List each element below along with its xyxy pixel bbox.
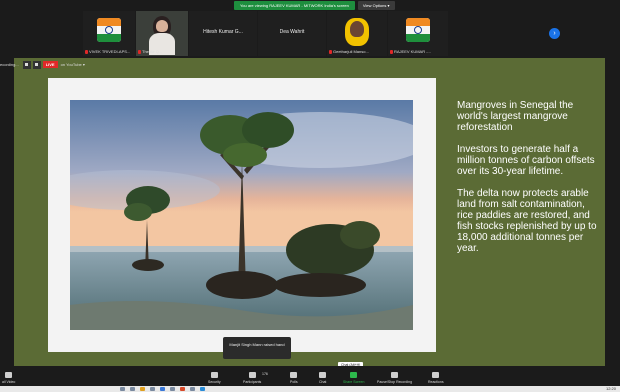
pause-recording-button[interactable]: Pause/Stop Recording: [377, 366, 412, 386]
video-button[interactable]: ail Video: [2, 366, 15, 386]
notice-text: You are viewing RAJEEV KUMAR - MITWORK I…: [234, 1, 355, 10]
slide-heading: Mangroves in Senegal the world's largest…: [457, 100, 574, 133]
taskbar-app-icon[interactable]: [200, 387, 205, 391]
taskbar-app-icon[interactable]: [170, 387, 175, 391]
zoom-meeting-window: You are viewing RAJEEV KUMAR - MITWORK I…: [0, 0, 620, 392]
participant-tile[interactable]: Dea Wahrit: [258, 11, 326, 56]
participant-name: The Air Q...: [142, 49, 163, 54]
polls-button[interactable]: Polls: [290, 366, 298, 386]
chat-icon: [319, 372, 327, 378]
participant-name: Dea Wahrit: [279, 29, 305, 35]
windows-taskbar: 12:20: [0, 386, 620, 392]
share-screen-icon: [350, 372, 358, 378]
participant-tile[interactable]: VIVEK TRIVEDI-APS...: [83, 11, 135, 56]
taskbar-app-icon[interactable]: [160, 387, 165, 391]
slide-text: Mangroves in Senegal the world's largest…: [457, 100, 597, 265]
participant-name: Geetharjuli Manso...: [333, 49, 369, 54]
record-icon: [391, 372, 399, 378]
participant-name: Hitesh Kumar G...: [203, 29, 243, 35]
taskbar-app-icon[interactable]: [120, 387, 125, 391]
people-icon: [248, 372, 256, 378]
participant-tile[interactable]: The Air Q...: [136, 11, 188, 56]
taskbar-app-icon[interactable]: [140, 387, 145, 391]
participant-strip: VIVEK TRIVEDI-APS... The Air Q... Hitesh…: [83, 11, 553, 56]
participant-name: VIVEK TRIVEDI-APS...: [89, 49, 131, 54]
muted-mic-icon: [138, 49, 141, 54]
taskbar-app-icon[interactable]: [150, 387, 155, 391]
stop-icon[interactable]: [32, 60, 41, 69]
raised-hand-notification: Manjit Singh Mann raised hand: [223, 337, 291, 359]
participant-name: RAJEEV KUMAR -...: [394, 49, 431, 54]
reactions-button[interactable]: Reactions: [428, 366, 444, 386]
poll-icon: [290, 372, 298, 378]
participant-tile[interactable]: Hitesh Kumar G...: [189, 11, 257, 56]
system-clock: 12:20: [605, 386, 616, 391]
taskbar-app-icon[interactable]: [130, 387, 135, 391]
slide-paragraph: The delta now protects arable land from …: [457, 188, 597, 254]
next-page-icon[interactable]: ›: [549, 28, 560, 39]
live-stream-toolbar: ecording... LIVE on YouTube ▾: [0, 59, 85, 70]
organization-logo-icon: [406, 18, 430, 42]
camera-icon: [5, 372, 13, 378]
mangrove-photo: [70, 100, 413, 330]
screen-share-notice: You are viewing RAJEEV KUMAR - MITWORK I…: [234, 0, 395, 11]
smile-icon: [432, 372, 440, 378]
chat-button[interactable]: Chat: [319, 366, 326, 386]
live-badge[interactable]: LIVE: [42, 61, 58, 68]
participant-tile[interactable]: Geetharjuli Manso...: [327, 11, 387, 56]
shield-icon: [210, 372, 218, 378]
view-options-button[interactable]: View Options ▾: [357, 1, 395, 10]
photo-frame: [48, 78, 436, 352]
shared-screen-slide: Mangroves in Senegal the world's largest…: [14, 58, 605, 366]
participants-count: 176: [262, 372, 268, 376]
youtube-stream-menu[interactable]: on YouTube ▾: [61, 62, 85, 67]
participants-button[interactable]: Participants: [243, 366, 261, 386]
taskbar-app-icon[interactable]: [190, 387, 195, 391]
taskbar-app-icon[interactable]: [180, 387, 185, 391]
muted-mic-icon: [329, 49, 332, 54]
meeting-controls: ail Video Security Participants 176 Poll…: [0, 366, 620, 386]
pause-icon[interactable]: [22, 60, 31, 69]
muted-mic-icon: [390, 49, 393, 54]
recording-label: ecording...: [0, 62, 19, 67]
share-screen-button[interactable]: Share Screen: [343, 366, 364, 386]
security-button[interactable]: Security: [208, 366, 221, 386]
slide-paragraph: Investors to generate half a million ton…: [457, 144, 595, 177]
muted-mic-icon: [85, 49, 88, 54]
organization-logo-icon: [97, 18, 121, 42]
participant-tile[interactable]: RAJEEV KUMAR -...: [388, 11, 448, 56]
